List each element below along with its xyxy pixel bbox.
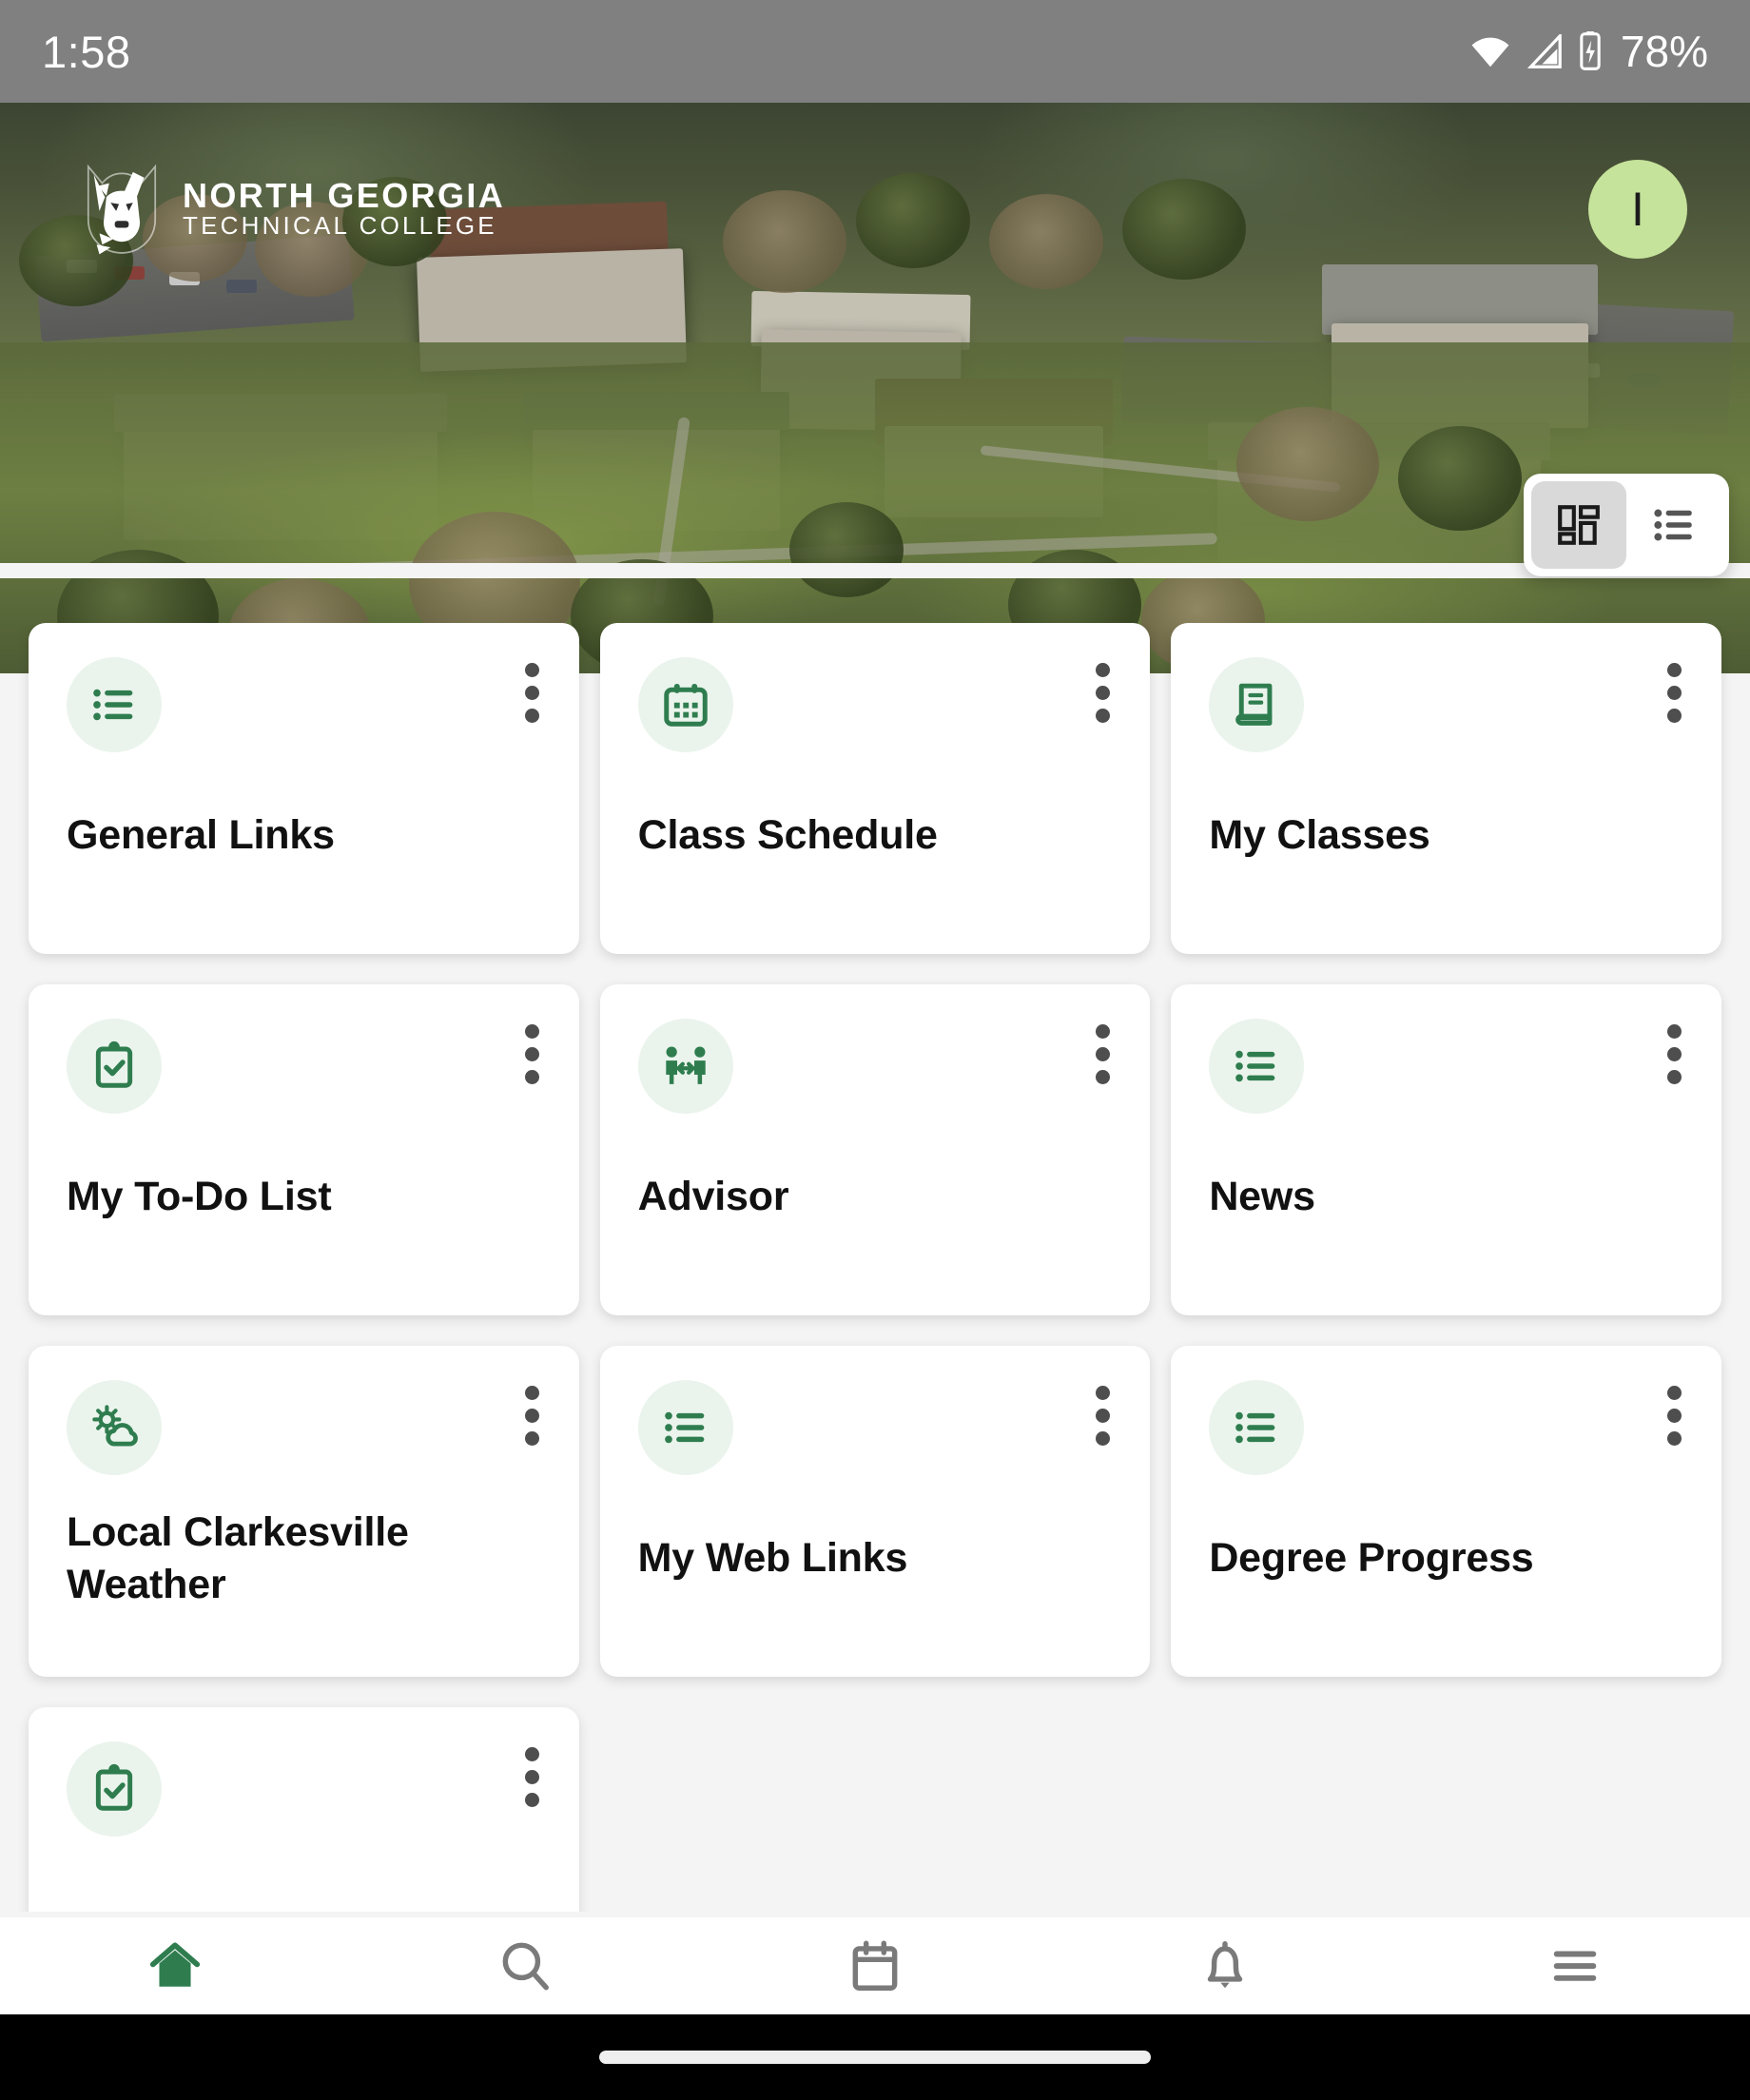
nav-item-calendar[interactable] bbox=[700, 1917, 1050, 2014]
search-icon bbox=[502, 1942, 549, 1991]
card-icon-bubble bbox=[637, 1019, 733, 1114]
card-partial-next[interactable] bbox=[29, 1707, 579, 1912]
nav-item-home[interactable] bbox=[0, 1917, 350, 2014]
wolf-head-logo-icon bbox=[87, 164, 157, 255]
wifi-icon bbox=[1471, 37, 1509, 68]
nav-item-notifications[interactable] bbox=[1050, 1917, 1400, 2014]
more-options-icon[interactable] bbox=[524, 663, 539, 723]
campus-hero-image: NORTH GEORGIA TECHNICAL COLLEGE I bbox=[0, 103, 1750, 673]
system-gesture-bar bbox=[0, 2014, 1750, 2100]
card-general-links[interactable]: General Links bbox=[29, 623, 579, 954]
status-indicators: 78% bbox=[1468, 26, 1708, 77]
card-title: Degree Progress bbox=[1209, 1535, 1534, 1582]
list-icon bbox=[1235, 1050, 1275, 1082]
nav-item-search[interactable] bbox=[350, 1917, 700, 2014]
card-title: General Links bbox=[67, 812, 335, 859]
more-options-icon[interactable] bbox=[1096, 663, 1111, 723]
card-icon-bubble bbox=[1209, 1019, 1305, 1114]
card-icon-bubble bbox=[637, 1380, 733, 1475]
clipboard-check-icon bbox=[95, 1763, 133, 1811]
list-icon bbox=[664, 1411, 705, 1444]
view-toggle[interactable] bbox=[1524, 474, 1729, 576]
card-title: Advisor bbox=[637, 1174, 789, 1220]
people-exchange-icon bbox=[665, 1046, 706, 1084]
card-my-web-links[interactable]: My Web Links bbox=[599, 1346, 1151, 1677]
card-icon-bubble bbox=[67, 657, 162, 752]
more-options-icon[interactable] bbox=[524, 1386, 539, 1446]
hero-bottom-edge bbox=[0, 563, 1750, 578]
nav-item-menu[interactable] bbox=[1400, 1917, 1750, 2014]
card-icon-bubble bbox=[1209, 657, 1305, 752]
college-logo: NORTH GEORGIA TECHNICAL COLLEGE bbox=[80, 158, 505, 259]
card-news[interactable]: News bbox=[1171, 984, 1721, 1315]
card-title: My Web Links bbox=[637, 1535, 908, 1582]
logo-line-2: TECHNICAL COLLEGE bbox=[183, 211, 497, 241]
more-options-icon[interactable] bbox=[524, 1024, 539, 1084]
more-options-icon[interactable] bbox=[524, 1747, 539, 1807]
cellular-signal-icon bbox=[1526, 34, 1562, 68]
card-degree-progress[interactable]: Degree Progress bbox=[1171, 1346, 1721, 1677]
card-icon-bubble bbox=[67, 1741, 162, 1837]
dashboard-card-grid: General Links Class Schedule My Classes … bbox=[0, 623, 1750, 1912]
more-options-icon[interactable] bbox=[1096, 1024, 1111, 1084]
status-time: 1:58 bbox=[42, 26, 131, 77]
card-my-classes[interactable]: My Classes bbox=[1171, 623, 1721, 954]
sun-cloud-icon bbox=[92, 1405, 138, 1447]
hamburger-menu-icon bbox=[1553, 1951, 1597, 1981]
battery-percent: 78% bbox=[1620, 27, 1708, 76]
calendar-icon bbox=[852, 1940, 898, 1991]
calendar-icon bbox=[663, 683, 708, 727]
card-class-schedule[interactable]: Class Schedule bbox=[599, 623, 1151, 954]
app-root: 1:58 78% NORTH GEORGIA TECHNICAL COLLEGE… bbox=[0, 0, 1750, 2100]
home-icon bbox=[149, 1942, 201, 1987]
logo-line-1: NORTH GEORGIA bbox=[183, 175, 506, 215]
card-title: My To-Do List bbox=[67, 1174, 332, 1220]
card-title: Class Schedule bbox=[637, 812, 938, 859]
card-my-to-do-list[interactable]: My To-Do List bbox=[29, 984, 579, 1315]
card-title: My Classes bbox=[1209, 812, 1430, 859]
grid-view-icon bbox=[1558, 505, 1600, 545]
more-options-icon[interactable] bbox=[1667, 663, 1682, 723]
battery-icon bbox=[1580, 31, 1601, 70]
list-view-icon bbox=[1654, 509, 1692, 541]
more-options-icon[interactable] bbox=[1096, 1386, 1111, 1446]
card-icon-bubble bbox=[1209, 1380, 1305, 1475]
more-options-icon[interactable] bbox=[1667, 1024, 1682, 1084]
card-icon-bubble bbox=[67, 1380, 162, 1475]
status-bar: 1:58 78% bbox=[0, 0, 1750, 103]
list-icon bbox=[93, 689, 133, 721]
book-icon bbox=[1235, 683, 1273, 726]
card-icon-bubble bbox=[637, 657, 733, 752]
clipboard-check-icon bbox=[95, 1040, 133, 1088]
avatar[interactable]: I bbox=[1588, 160, 1687, 259]
list-view-button[interactable] bbox=[1626, 481, 1721, 569]
card-advisor[interactable]: Advisor bbox=[599, 984, 1151, 1315]
bottom-navigation-bar bbox=[0, 1917, 1750, 2014]
card-title: Local Clarkesville Weather bbox=[67, 1508, 409, 1607]
grid-view-button[interactable] bbox=[1531, 481, 1626, 569]
list-icon bbox=[1235, 1411, 1275, 1444]
card-title: News bbox=[1209, 1174, 1315, 1220]
card-icon-bubble bbox=[67, 1019, 162, 1114]
more-options-icon[interactable] bbox=[1667, 1386, 1682, 1446]
gesture-pill[interactable] bbox=[599, 2051, 1151, 2064]
bell-icon bbox=[1207, 1941, 1243, 1989]
card-local-clarkesville-weather[interactable]: Local Clarkesville Weather bbox=[29, 1346, 579, 1677]
